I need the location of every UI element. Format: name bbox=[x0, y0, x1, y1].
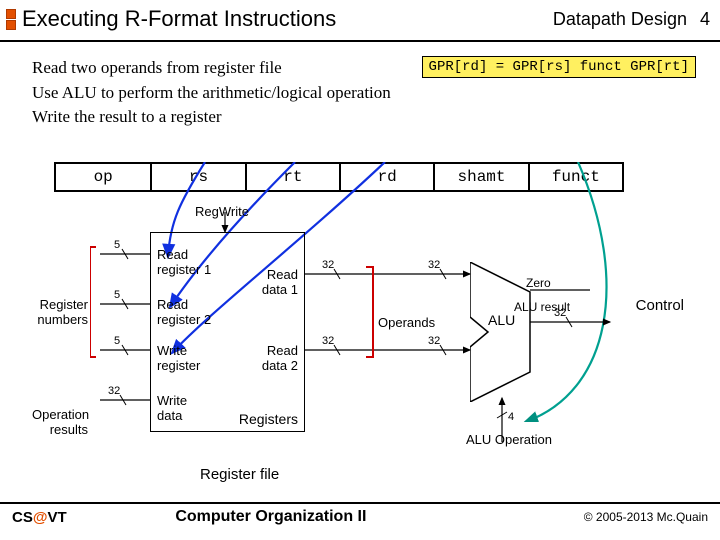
svg-text:32: 32 bbox=[322, 335, 334, 347]
svg-text:32: 32 bbox=[322, 259, 334, 271]
footer-center: Computer Organization II bbox=[175, 508, 366, 526]
svg-text:32: 32 bbox=[108, 385, 120, 397]
footer-copyright: © 2005-2013 Mc.Quain bbox=[584, 510, 708, 524]
bullet-item: Read two operands from register file bbox=[32, 56, 391, 81]
page-number: 4 bbox=[700, 9, 710, 29]
operation-results-label: Operation results bbox=[32, 407, 88, 437]
svg-text:32: 32 bbox=[428, 259, 440, 271]
svg-text:32: 32 bbox=[554, 307, 566, 319]
footer-rule bbox=[0, 502, 720, 504]
svg-text:4: 4 bbox=[508, 411, 514, 423]
brand-squares-icon bbox=[6, 9, 16, 30]
section-label: Datapath Design 4 bbox=[553, 9, 710, 30]
operation-formula: GPR[rd] = GPR[rs] funct GPR[rt] bbox=[422, 56, 696, 78]
header-rule bbox=[0, 40, 720, 42]
wires: 5 5 5 32 32 32 32 32 32 4 bbox=[90, 212, 650, 472]
bullet-list: Read two operands from register file Use… bbox=[32, 56, 391, 130]
register-numbers-label: Register numbers bbox=[32, 297, 88, 327]
footer-left: CS@VT bbox=[12, 509, 67, 526]
svg-text:5: 5 bbox=[114, 335, 120, 347]
bullet-item: Write the result to a register bbox=[32, 105, 391, 130]
svg-text:32: 32 bbox=[428, 335, 440, 347]
datapath-diagram: Register numbers Operation results Contr… bbox=[90, 212, 630, 452]
page-title: Executing R-Format Instructions bbox=[22, 6, 336, 32]
register-file-caption: Register file bbox=[200, 466, 279, 483]
bus-width-5: 5 bbox=[114, 239, 120, 251]
svg-text:5: 5 bbox=[114, 289, 120, 301]
bullet-item: Use ALU to perform the arithmetic/logica… bbox=[32, 81, 391, 106]
